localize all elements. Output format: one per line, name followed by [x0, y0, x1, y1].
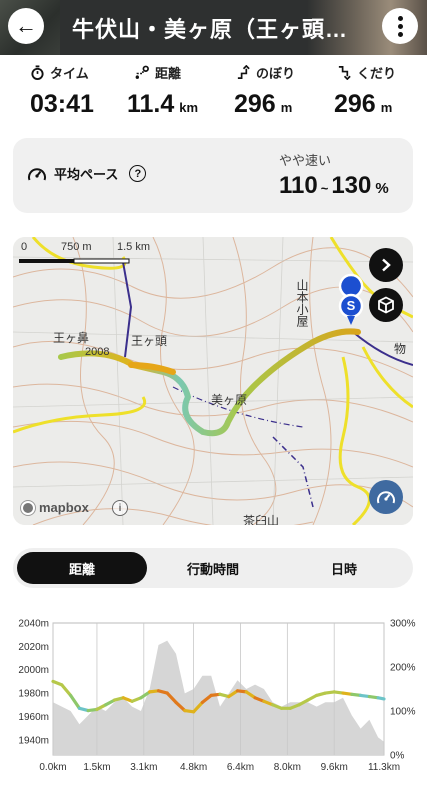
stat-ascent: のぼり 296 m [234, 62, 296, 119]
stat-time: タイム 03:41 [30, 62, 94, 119]
map-label-chausuyama: 茶臼山 [243, 514, 280, 525]
x-tick: 9.6km [321, 762, 348, 773]
x-tick: 6.4km [227, 762, 254, 773]
stats-row: タイム 03:41 距離 11.4 km のぼり 296 m くだり 296 m [0, 62, 427, 128]
speedometer-icon [377, 491, 395, 504]
activity-title: 牛伏山・美ヶ原（王ヶ頭… [72, 17, 349, 42]
back-arrow-icon: ← [15, 13, 37, 38]
stat-value: 11.4 [127, 90, 175, 118]
map-label-yamamoto-hut: 山本小屋 [295, 279, 309, 327]
map-label-mono: 物 [394, 342, 407, 356]
stopwatch-icon [31, 64, 44, 80]
x-tick: 8.0km [274, 762, 301, 773]
cube-icon [378, 296, 394, 314]
pace-label-row: 平均ペース ? [27, 164, 147, 183]
map-scale-bar: 0 750 m 1.5 km [19, 241, 169, 264]
y-tick-right: 0% [390, 751, 405, 762]
x-tick: 0.0km [39, 762, 66, 773]
elevation-line-segment [376, 696, 386, 701]
y-tick-left: 2000m [18, 665, 49, 676]
stat-label: 距離 [155, 65, 182, 81]
y-tick-right: 100% [390, 707, 416, 718]
start-marker-label: S [346, 298, 356, 313]
info-icon[interactable]: i [112, 500, 128, 516]
y-tick-right: 200% [390, 663, 416, 674]
tab-moving-time[interactable]: 行動時間 [148, 552, 278, 584]
pace-max: 130 [331, 172, 372, 199]
map-terrain [13, 237, 413, 525]
x-tick: 4.8km [180, 762, 207, 773]
stat-distance: 距離 11.4 km [127, 62, 199, 119]
map-label-ogato: 王ヶ頭 [131, 334, 168, 348]
route-distance-icon [135, 65, 149, 79]
stat-value: 296 [334, 90, 376, 118]
map-label-utsukushigahara: 美ヶ原 [211, 393, 248, 407]
stat-unit: km [179, 100, 199, 115]
y-tick-left: 1940m [18, 735, 49, 746]
stat-descent: くだり 296 m [334, 62, 397, 119]
y-tick-left: 2040m [18, 619, 49, 630]
stat-unit: m [380, 100, 393, 115]
speedometer-icon [28, 167, 46, 180]
scale-label-0: 0 [21, 241, 28, 253]
vertical-dots-icon [397, 15, 403, 37]
pace-label: 平均ペース [54, 167, 119, 182]
route-map[interactable]: 0 750 m 1.5 km 王ヶ鼻 2008 王ヶ頭 美ヶ原 山本小屋 物 茶… [13, 237, 413, 525]
tab-datetime[interactable]: 日時 [279, 552, 409, 584]
y-tick-left: 1980m [18, 689, 49, 700]
stat-value: 296 [234, 90, 276, 118]
tab-distance[interactable]: 距離 [17, 552, 147, 584]
pace-card: 平均ペース ? やや速い 110 ~130% [13, 138, 413, 213]
help-icon[interactable]: ? [129, 165, 147, 182]
pace-speed-label: やや速い [279, 153, 332, 168]
more-options-button[interactable] [382, 8, 418, 44]
map-expand-button[interactable] [369, 248, 403, 282]
map-label-2008: 2008 [85, 346, 110, 358]
y-tick-right: 300% [390, 619, 416, 630]
descent-icon [338, 65, 351, 80]
chevron-right-icon [382, 258, 391, 272]
mapbox-logo: mapbox [21, 500, 89, 515]
pace-tilde: ~ [320, 181, 329, 196]
back-button[interactable]: ← [8, 8, 44, 44]
stat-label: のぼり [256, 65, 296, 81]
mapbox-text: mapbox [39, 500, 89, 515]
y-tick-left: 2020m [18, 642, 49, 653]
x-tick: 11.3km [368, 762, 400, 773]
stat-value: 03:41 [30, 90, 94, 118]
elevation-chart: 2040m 2020m 2000m 1980m 1960m 1940m 300% 200% 10… [0, 608, 427, 791]
stat-label: タイム [50, 65, 89, 81]
map-pace-button[interactable] [369, 480, 403, 514]
pace-min: 110 [279, 172, 318, 199]
map-label-ogahana: 王ヶ鼻 [53, 331, 90, 345]
x-tick: 1.5km [83, 762, 110, 773]
stat-label: くだり [357, 65, 397, 81]
stat-unit: m [280, 100, 293, 115]
map-3d-button[interactable] [369, 288, 403, 322]
elevation-chart-svg: 2040m 2020m 2000m 1980m 1960m 1940m 300% 200% 10… [18, 619, 416, 774]
y-tick-left: 1960m [18, 712, 49, 723]
mapbox-logo-icon [21, 500, 35, 515]
header-bar: ← 牛伏山・美ヶ原（王ヶ頭… [0, 0, 427, 55]
chart-mode-tabs: 距離 行動時間 日時 [13, 548, 413, 588]
pace-value: 110 ~130% [279, 172, 389, 200]
scale-label-750: 750 m [61, 241, 92, 253]
pace-unit: % [375, 180, 389, 197]
x-tick: 3.1km [130, 762, 157, 773]
ascent-icon [237, 64, 250, 79]
scale-label-1500: 1.5 km [117, 241, 151, 253]
